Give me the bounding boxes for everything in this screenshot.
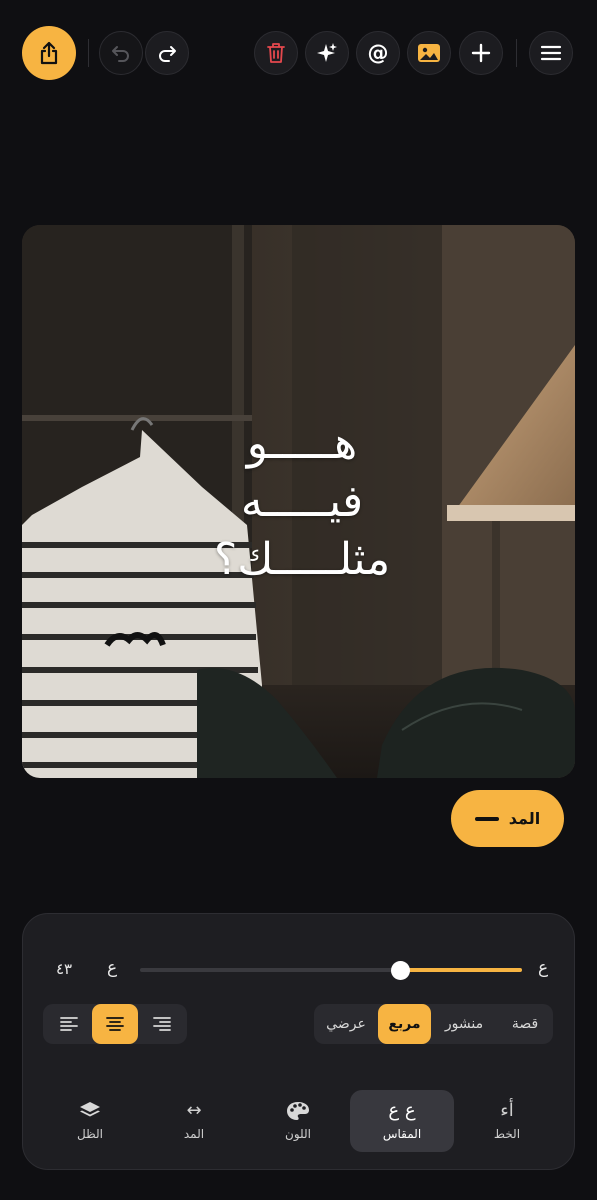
layers-icon <box>79 1101 101 1121</box>
align-right-button[interactable] <box>139 1004 185 1044</box>
delete-button[interactable] <box>254 31 298 75</box>
palette-icon <box>286 1101 310 1121</box>
align-left-icon <box>60 1017 78 1031</box>
menu-button[interactable] <box>529 31 573 75</box>
tab-color[interactable]: اللون <box>246 1090 350 1152</box>
format-landscape[interactable]: عرضي <box>318 1004 374 1044</box>
undo-icon <box>112 46 129 62</box>
at-icon: @ <box>367 40 389 65</box>
tab-stretch-label: المد <box>183 1127 205 1141</box>
stretch-button[interactable]: المد <box>451 790 564 847</box>
tab-stretch[interactable]: ↔ المد <box>142 1090 246 1152</box>
tab-font[interactable]: أء الخط <box>455 1090 559 1152</box>
tab-size[interactable]: ع ع المقاس <box>350 1090 454 1152</box>
tab-font-label: الخط <box>493 1127 521 1141</box>
format-post[interactable]: منشور <box>433 1004 495 1044</box>
menu-icon <box>540 45 562 61</box>
align-center-button[interactable] <box>92 1004 138 1044</box>
format-story[interactable]: قصة <box>496 1004 554 1044</box>
align-right-icon <box>153 1017 171 1031</box>
canvas-text-line: فيـــــه <box>240 476 364 527</box>
size-icon: ع ع <box>388 1100 416 1121</box>
toolbar-divider <box>516 39 517 67</box>
slider-max-label: ع <box>538 958 549 978</box>
tab-color-label: اللون <box>285 1127 311 1141</box>
redo-button[interactable] <box>145 31 189 75</box>
tab-shadow-label: الظل <box>77 1127 103 1141</box>
slider-min-label: ع <box>107 958 118 978</box>
size-slider-thumb[interactable] <box>391 961 410 980</box>
redo-icon <box>159 46 176 62</box>
toolbar-divider <box>88 39 89 67</box>
stretch-icon: ↔ <box>186 1100 202 1121</box>
stretch-button-label: المد <box>508 809 541 828</box>
align-left-button[interactable] <box>46 1004 92 1044</box>
design-canvas[interactable]: هـــــو فيـــــه مثلـــــك؟ <box>22 225 575 778</box>
share-icon <box>40 41 58 65</box>
image-button[interactable] <box>407 31 451 75</box>
trash-icon <box>267 43 285 63</box>
mention-button[interactable]: @ <box>356 31 400 75</box>
canvas-text-line: مثلـــــك؟ <box>213 534 391 585</box>
magic-button[interactable] <box>305 31 349 75</box>
font-icon: أء <box>500 1100 514 1121</box>
dash-icon <box>474 816 499 821</box>
tab-size-label: المقاس <box>382 1127 422 1141</box>
image-icon <box>418 44 440 62</box>
canvas-text[interactable]: هـــــو فيـــــه مثلـــــك؟ <box>102 415 502 589</box>
size-slider-fill <box>400 968 522 972</box>
slider-value: ٤٣ <box>56 960 73 978</box>
format-square[interactable]: مربع <box>378 1004 431 1044</box>
plus-icon <box>471 43 491 63</box>
undo-button[interactable] <box>99 31 143 75</box>
add-button[interactable] <box>459 31 503 75</box>
share-button[interactable] <box>22 26 76 80</box>
canvas-text-line: هـــــو <box>246 418 358 469</box>
align-center-icon <box>106 1017 124 1031</box>
sparkles-icon <box>317 43 337 62</box>
tab-shadow[interactable]: الظل <box>38 1090 142 1152</box>
